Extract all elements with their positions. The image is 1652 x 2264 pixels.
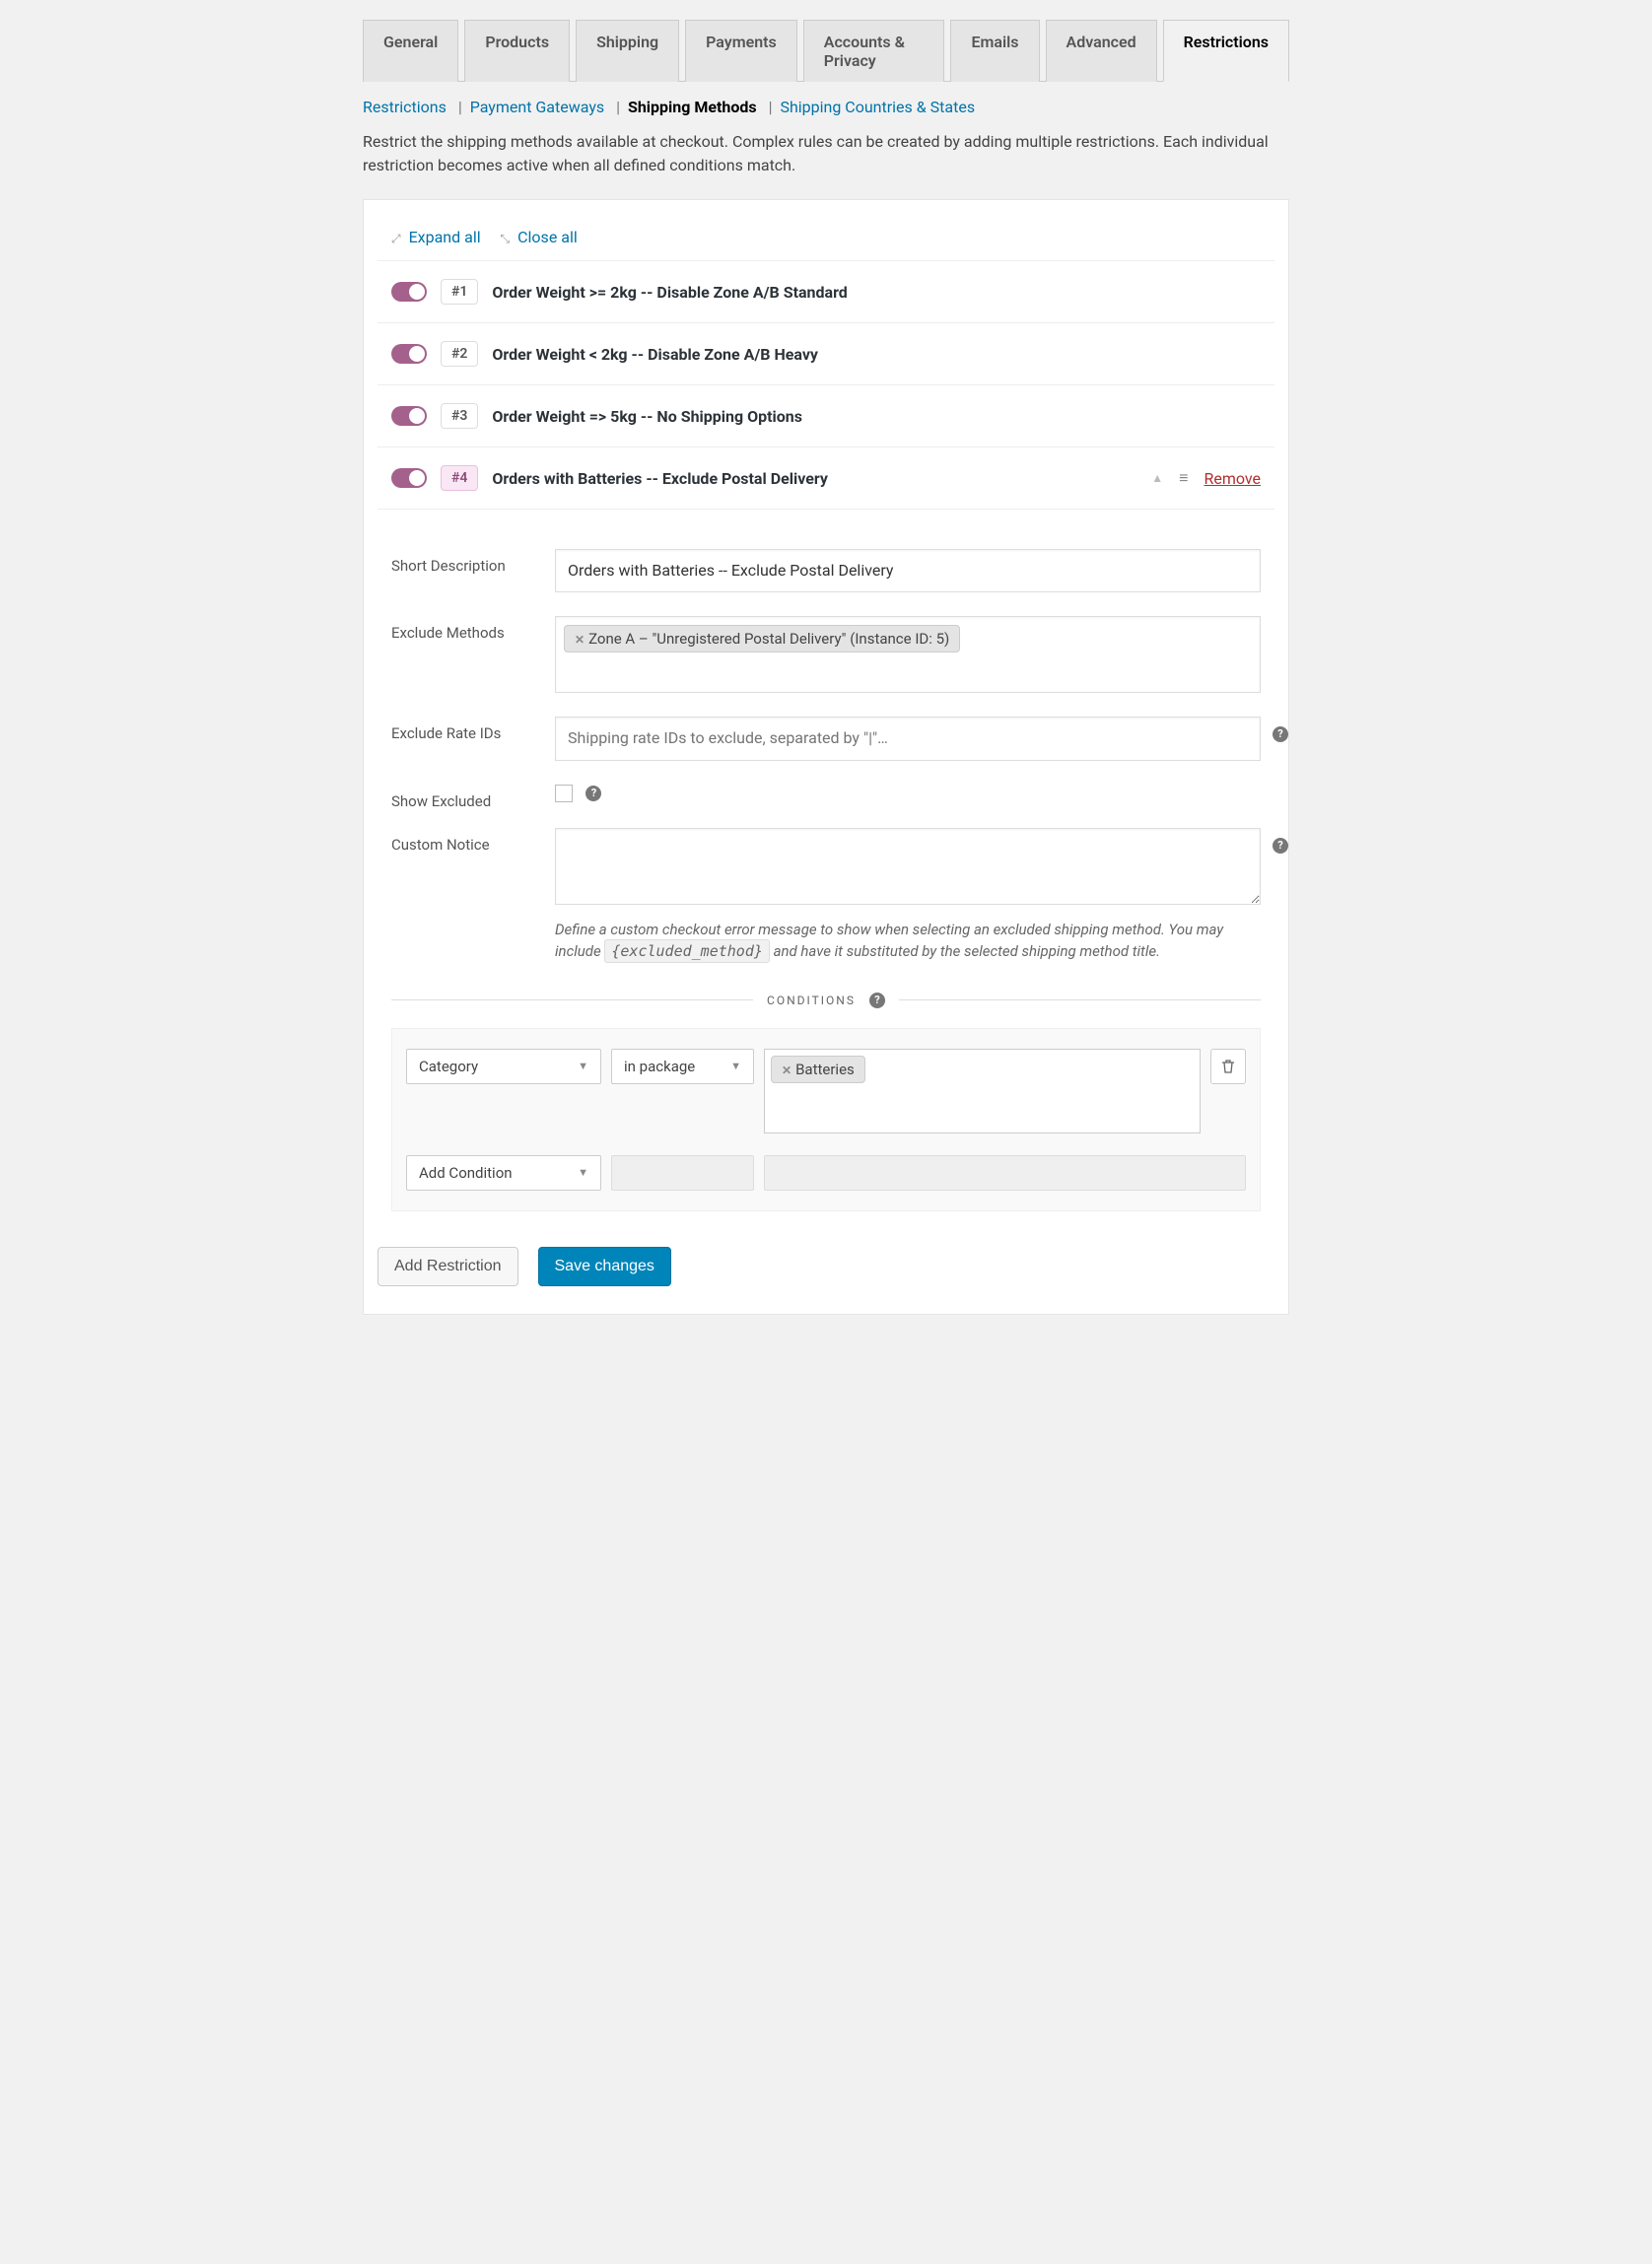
restriction-title: Orders with Batteries -- Exclude Postal … <box>492 469 1137 488</box>
remove-chip-icon[interactable]: ✕ <box>782 1063 792 1077</box>
restriction-row[interactable]: #1 Order Weight >= 2kg -- Disable Zone A… <box>378 260 1274 322</box>
custom-notice-description: Define a custom checkout error message t… <box>555 919 1261 963</box>
subnav-payment-gateways[interactable]: Payment Gateways <box>470 98 604 116</box>
placeholder-box <box>611 1155 754 1191</box>
restriction-id: #4 <box>441 465 478 491</box>
expand-icon: ⤢ <box>391 232 401 245</box>
help-icon[interactable]: ? <box>869 993 885 1008</box>
show-excluded-checkbox[interactable] <box>555 785 573 802</box>
tab-restrictions[interactable]: Restrictions <box>1163 20 1289 82</box>
separator: | <box>454 98 462 116</box>
trash-icon <box>1221 1059 1235 1074</box>
condition-value-chip: ✕Batteries <box>771 1056 865 1083</box>
chevron-down-icon: ▼ <box>578 1155 588 1191</box>
restriction-id: #2 <box>441 341 478 367</box>
condition-row: Category▼ in package▼ ✕Batteries <box>406 1049 1246 1133</box>
chip-label: Batteries <box>795 1061 855 1078</box>
close-all-link[interactable]: Close all <box>517 228 578 246</box>
chevron-down-icon: ▼ <box>730 1049 741 1084</box>
conditions-heading: CONDITIONS <box>767 994 856 1007</box>
top-tabs: General Products Shipping Payments Accou… <box>363 20 1289 82</box>
custom-notice-textarea[interactable] <box>555 828 1261 905</box>
add-condition-select[interactable]: Add Condition▼ <box>406 1155 601 1191</box>
help-icon[interactable]: ? <box>1273 726 1288 742</box>
conditions-divider: CONDITIONS ? <box>391 993 1261 1008</box>
condition-modifier-select[interactable]: in package▼ <box>611 1049 754 1084</box>
restriction-row[interactable]: #3 Order Weight => 5kg -- No Shipping Op… <box>378 384 1274 446</box>
add-condition-row: Add Condition▼ <box>406 1155 1246 1191</box>
enable-toggle[interactable] <box>391 282 427 302</box>
tab-emails[interactable]: Emails <box>950 20 1039 82</box>
expand-all-link[interactable]: Expand all <box>409 228 481 246</box>
sub-nav: Restrictions | Payment Gateways | Shippi… <box>363 98 1289 116</box>
delete-condition-button[interactable] <box>1210 1049 1246 1084</box>
exclude-rate-ids-label: Exclude Rate IDs <box>391 717 555 742</box>
separator: | <box>765 98 773 116</box>
exclude-methods-select[interactable]: ✕Zone A – "Unregistered Postal Delivery"… <box>555 616 1261 693</box>
subnav-restrictions[interactable]: Restrictions <box>363 98 447 116</box>
subnav-shipping-methods[interactable]: Shipping Methods <box>628 98 757 116</box>
condition-value-select[interactable]: ✕Batteries <box>764 1049 1201 1133</box>
restriction-row[interactable]: #2 Order Weight < 2kg -- Disable Zone A/… <box>378 322 1274 384</box>
condition-type-select[interactable]: Category▼ <box>406 1049 601 1084</box>
panel-toolbar: ⤢ Expand all ⤡ Close all <box>378 214 1274 260</box>
add-restriction-button[interactable]: Add Restriction <box>378 1247 518 1286</box>
short-description-input[interactable] <box>555 549 1261 592</box>
separator: | <box>612 98 620 116</box>
restriction-title: Order Weight >= 2kg -- Disable Zone A/B … <box>492 283 1261 302</box>
subnav-shipping-countries[interactable]: Shipping Countries & States <box>780 98 975 116</box>
page-description: Restrict the shipping methods available … <box>363 130 1289 177</box>
help-icon[interactable]: ? <box>1273 838 1288 854</box>
remove-chip-icon[interactable]: ✕ <box>575 633 585 647</box>
restriction-form: Short Description Exclude Methods ✕Zone … <box>378 509 1274 1221</box>
selected-method-chip: ✕Zone A – "Unregistered Postal Delivery"… <box>564 625 960 652</box>
row-actions: ▲ ≡ Remove <box>1151 468 1261 488</box>
tab-shipping[interactable]: Shipping <box>576 20 679 82</box>
tab-accounts-privacy[interactable]: Accounts & Privacy <box>803 20 945 82</box>
help-icon[interactable]: ? <box>585 786 601 801</box>
exclude-rate-ids-input[interactable] <box>555 717 1261 760</box>
short-description-label: Short Description <box>391 549 555 575</box>
tab-advanced[interactable]: Advanced <box>1046 20 1157 82</box>
enable-toggle[interactable] <box>391 468 427 488</box>
restriction-id: #1 <box>441 279 478 305</box>
tab-general[interactable]: General <box>363 20 458 82</box>
restrictions-panel: ⤢ Expand all ⤡ Close all #1 Order Weight… <box>363 199 1289 1315</box>
bottom-actions: Add Restriction Save changes <box>378 1221 1274 1300</box>
enable-toggle[interactable] <box>391 344 427 364</box>
restriction-row-open[interactable]: #4 Orders with Batteries -- Exclude Post… <box>378 446 1274 509</box>
chevron-down-icon: ▼ <box>578 1049 588 1084</box>
close-icon: ⤡ <box>501 232 511 245</box>
show-excluded-label: Show Excluded <box>391 785 555 810</box>
save-changes-button[interactable]: Save changes <box>538 1247 671 1286</box>
exclude-methods-label: Exclude Methods <box>391 616 555 642</box>
custom-notice-label: Custom Notice <box>391 828 555 854</box>
tab-payments[interactable]: Payments <box>685 20 797 82</box>
enable-toggle[interactable] <box>391 406 427 426</box>
restriction-id: #3 <box>441 403 478 429</box>
chip-label: Zone A – "Unregistered Postal Delivery" … <box>588 630 949 648</box>
placeholder-box <box>764 1155 1246 1191</box>
placeholder-code: {excluded_method} <box>604 939 770 963</box>
restriction-title: Order Weight => 5kg -- No Shipping Optio… <box>492 407 1261 426</box>
tab-products[interactable]: Products <box>464 20 570 82</box>
remove-link[interactable]: Remove <box>1204 469 1261 488</box>
drag-handle-icon[interactable]: ≡ <box>1179 468 1188 488</box>
collapse-icon[interactable]: ▲ <box>1151 471 1163 485</box>
restriction-title: Order Weight < 2kg -- Disable Zone A/B H… <box>492 345 1261 364</box>
conditions-box: Category▼ in package▼ ✕Batteries <box>391 1028 1261 1211</box>
